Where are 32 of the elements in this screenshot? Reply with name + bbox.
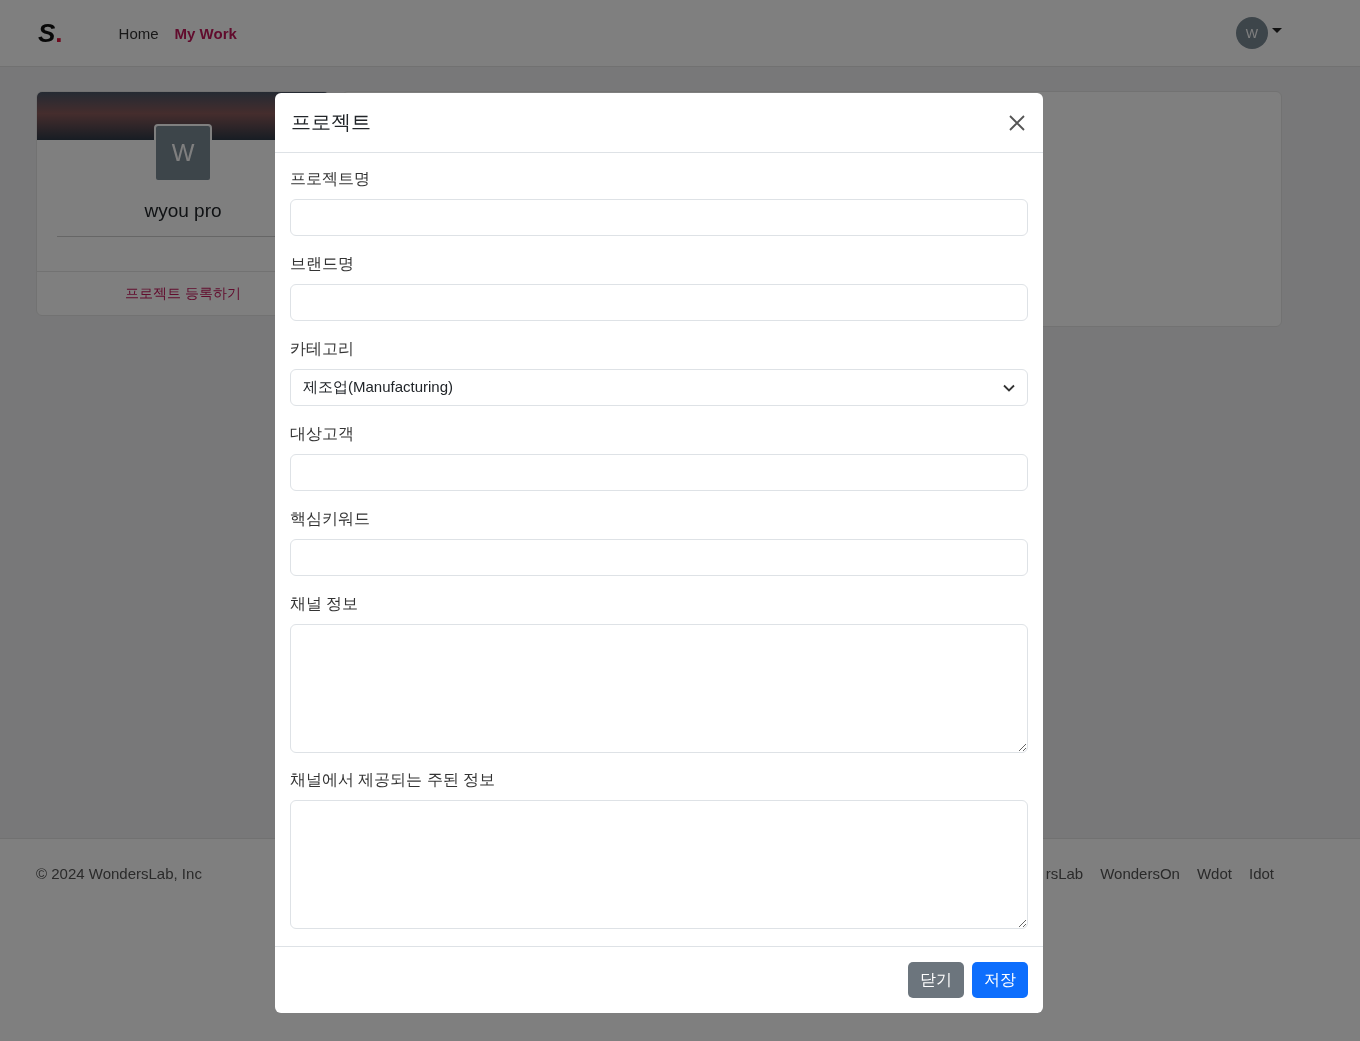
footer-link[interactable]: rsLab (1045, 865, 1084, 1041)
modal-title: 프로젝트 (291, 110, 372, 135)
field-label: 카테고리 (290, 339, 355, 359)
field-label: 핵심키워드 (290, 509, 371, 529)
close-button[interactable]: 닫기 (908, 962, 964, 998)
footer-link[interactable]: Idot (1248, 865, 1274, 1041)
field-label: 채널 정보 (290, 594, 360, 614)
copyright-text: © 2024 WondersLab, Inc (36, 865, 202, 884)
text-area[interactable] (290, 800, 1028, 929)
profile-avatar: W (154, 124, 212, 182)
field-label: 채널에서 제공되는 주된 정보 (290, 770, 497, 790)
input-field[interactable] (290, 284, 1028, 321)
field-label: 브랜드명 (290, 254, 355, 274)
nav-link[interactable]: My Work (174, 24, 237, 42)
input-field[interactable] (290, 199, 1028, 236)
category-select[interactable]: 제조업(Manufacturing) (290, 369, 1028, 406)
field-label: 프로젝트명 (290, 169, 371, 189)
nav-link[interactable]: Home (118, 24, 159, 42)
logo[interactable]: S. (38, 17, 63, 49)
input-field[interactable] (290, 539, 1028, 576)
save-button[interactable]: 저장 (972, 962, 1028, 998)
close-icon (1009, 114, 1025, 131)
text-area[interactable] (290, 624, 1028, 753)
field-label: 대상고객 (290, 424, 355, 444)
chevron-down-icon (1003, 383, 1015, 392)
input-field[interactable] (290, 454, 1028, 491)
user-avatar[interactable]: W (1236, 17, 1268, 49)
caret-icon[interactable] (1272, 27, 1282, 33)
footer-link[interactable]: WondersOn (1100, 865, 1180, 1041)
register-project-link[interactable]: 프로젝트 등록하기 (125, 285, 241, 301)
footer-link[interactable]: Wdot (1196, 865, 1232, 1041)
profile-name: wyou pro (144, 200, 222, 222)
